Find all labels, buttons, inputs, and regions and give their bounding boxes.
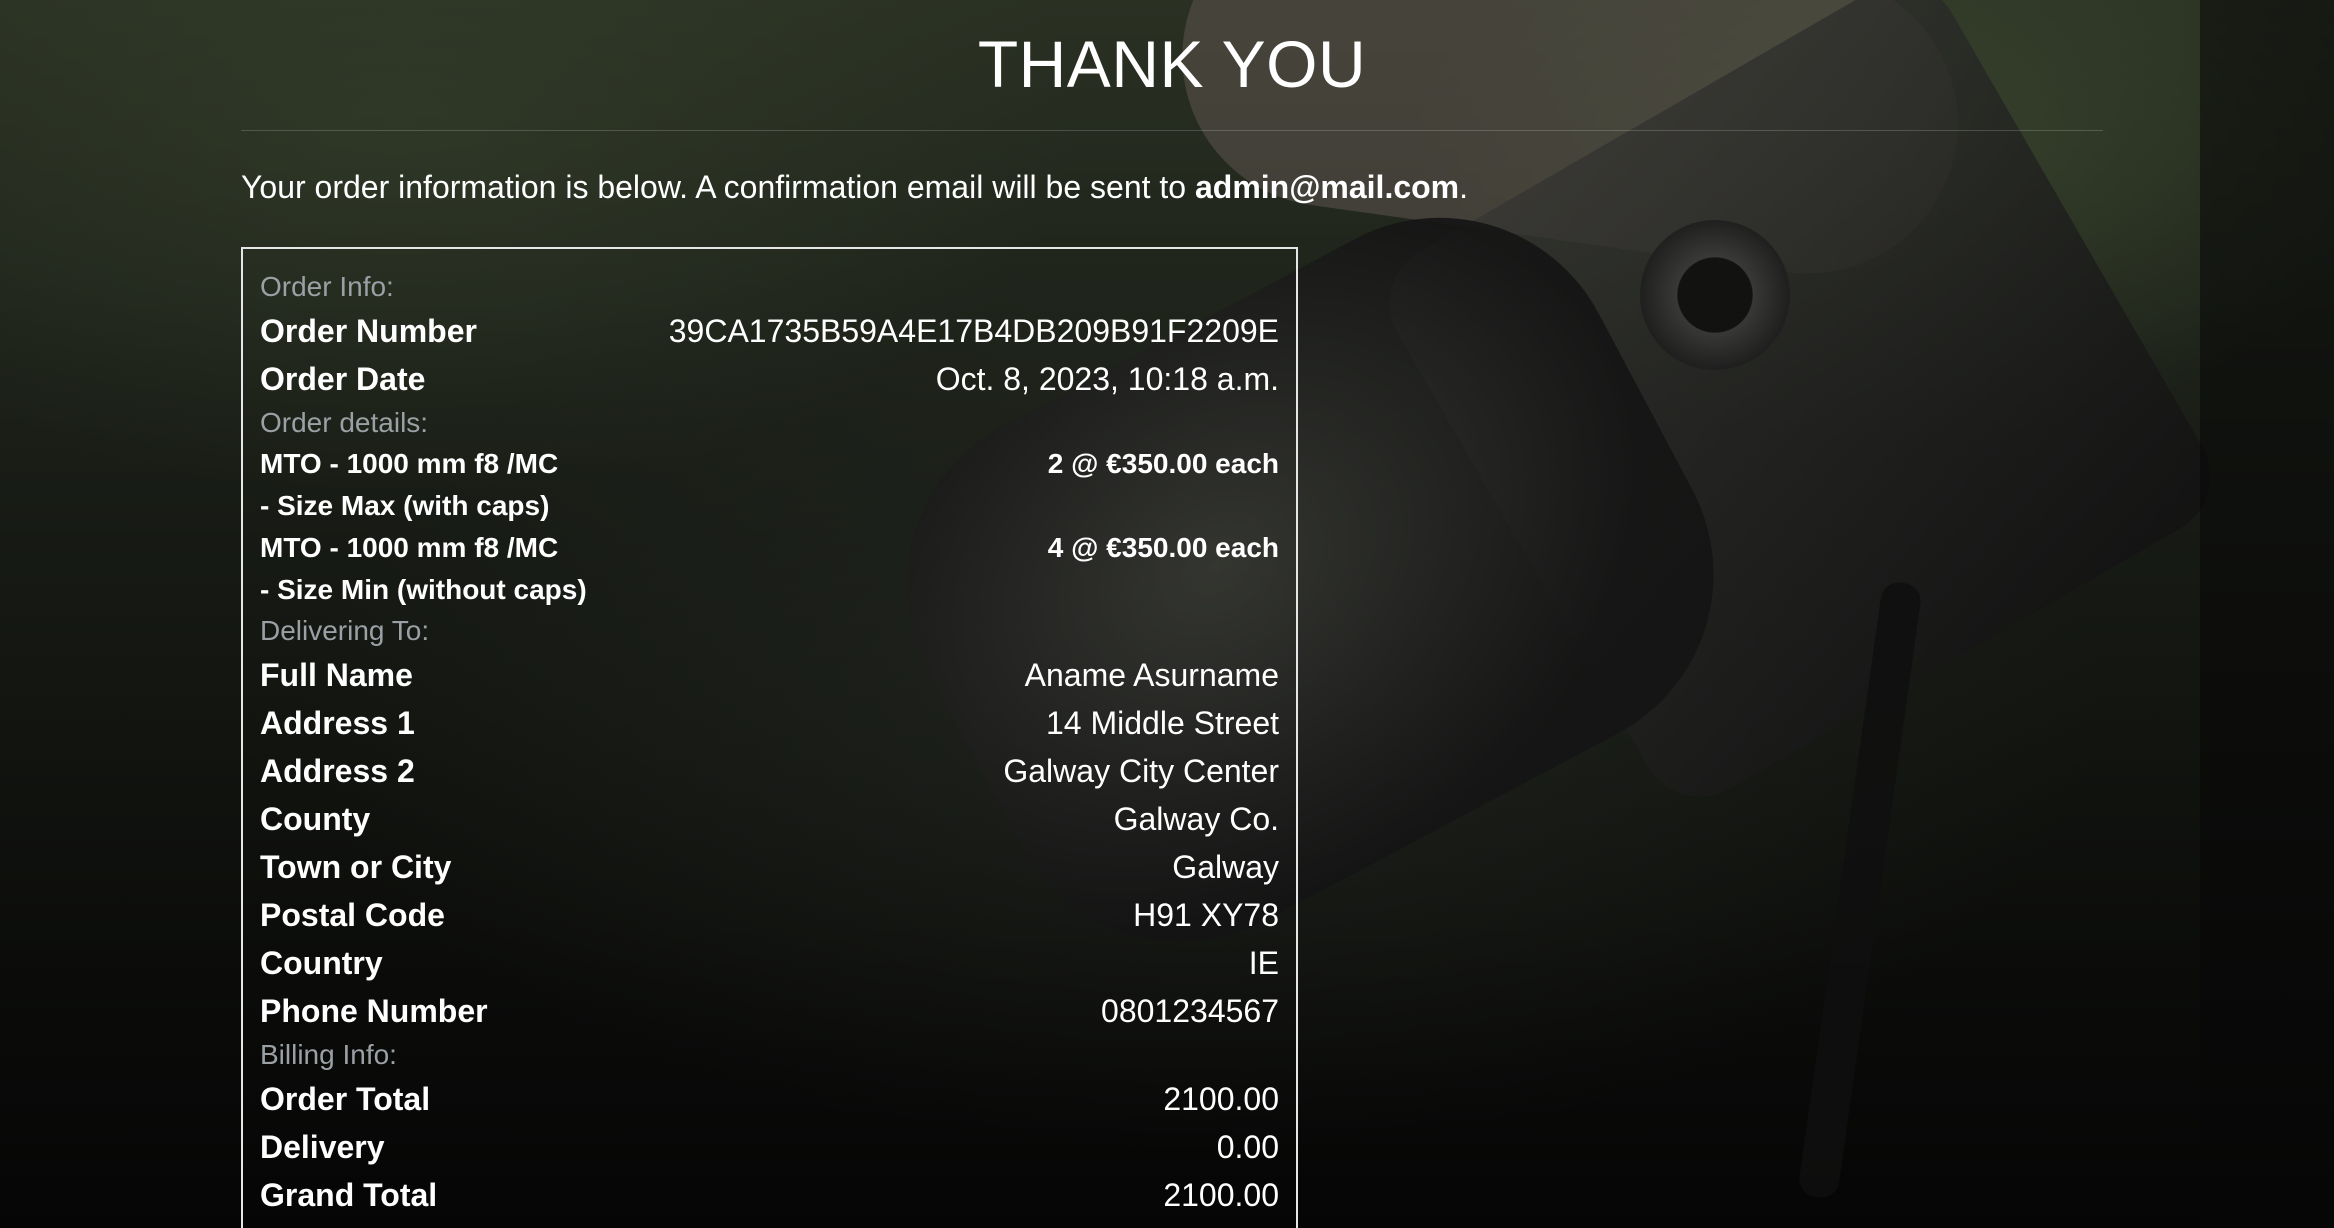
order-item: MTO - 1000 mm f8 /MC - Size Max (with ca…: [260, 443, 1279, 527]
section-label-order-info: Order Info:: [260, 271, 394, 302]
section-label-delivering-to: Delivering To:: [260, 615, 430, 646]
order-item-quantity: 2 @ €350.00 each: [1047, 448, 1279, 479]
county-label: County: [260, 800, 371, 837]
confirmation-message: Your order information is below. A confi…: [241, 167, 2103, 207]
delivery-row-town-or-city: Town or City Galway: [260, 843, 1279, 891]
order-item-product: MTO - 1000 mm f8 /MC: [260, 532, 559, 563]
delivery-cost-value: 0.00: [1216, 1128, 1279, 1165]
camera-dial-shape: [1640, 220, 1790, 370]
order-item-name: MTO - 1000 mm f8 /MC - Size Max (with ca…: [260, 443, 780, 527]
address-2-value: Galway City Center: [1003, 752, 1279, 789]
delivery-row-phone-number: Phone Number 0801234567: [260, 987, 1279, 1035]
order-total-value: 2100.00: [1163, 1080, 1279, 1117]
order-summary-box: Order Info: Order Number 39CA1735B59A4E1…: [241, 247, 1298, 1228]
phone-number-value: 0801234567: [1101, 992, 1279, 1029]
delivery-row-postal-code: Postal Code H91 XY78: [260, 891, 1279, 939]
county-value: Galway Co.: [1113, 800, 1279, 837]
main-content: THANK YOU Your order information is belo…: [241, 0, 2103, 1228]
order-date-value: Oct. 8, 2023, 10:18 a.m.: [935, 360, 1279, 397]
billing-row-order-total: Order Total 2100.00: [260, 1075, 1279, 1123]
town-or-city-value: Galway: [1172, 848, 1279, 885]
order-number-row: Order Number 39CA1735B59A4E17B4DB209B91F…: [260, 307, 1279, 355]
billing-row-grand-total: Grand Total 2100.00: [260, 1171, 1279, 1219]
address-1-label: Address 1: [260, 704, 415, 741]
order-item: MTO - 1000 mm f8 /MC - Size Min (without…: [260, 527, 1279, 611]
postal-code-value: H91 XY78: [1133, 896, 1279, 933]
full-name-label: Full Name: [260, 656, 413, 693]
order-number-label: Order Number: [260, 312, 477, 349]
title-divider: [241, 130, 2103, 131]
country-label: Country: [260, 944, 383, 981]
intro-text: Your order information is below. A confi…: [241, 169, 1195, 205]
delivery-row-full-name: Full Name Aname Asurname: [260, 651, 1279, 699]
address-1-value: 14 Middle Street: [1045, 704, 1279, 741]
order-date-label: Order Date: [260, 360, 426, 397]
country-value: IE: [1248, 944, 1279, 981]
order-item-size: - Size Min (without caps): [260, 574, 587, 605]
order-date-row: Order Date Oct. 8, 2023, 10:18 a.m.: [260, 355, 1279, 403]
order-item-product: MTO - 1000 mm f8 /MC: [260, 448, 559, 479]
section-label-order-details: Order details:: [260, 407, 429, 438]
delivery-row-country: Country IE: [260, 939, 1279, 987]
delivery-row-address-2: Address 2 Galway City Center: [260, 747, 1279, 795]
delivery-cost-label: Delivery: [260, 1128, 385, 1165]
order-item-quantity: 4 @ €350.00 each: [1047, 532, 1279, 563]
billing-row-delivery: Delivery 0.00: [260, 1123, 1279, 1171]
phone-number-label: Phone Number: [260, 992, 488, 1029]
page: THANK YOU Your order information is belo…: [0, 0, 2334, 1228]
grand-total-label: Grand Total: [260, 1176, 438, 1213]
section-label-billing-info: Billing Info:: [260, 1039, 397, 1070]
order-item-size: - Size Max (with caps): [260, 490, 550, 521]
address-2-label: Address 2: [260, 752, 415, 789]
intro-end: .: [1459, 169, 1469, 205]
order-number-value: 39CA1735B59A4E17B4DB209B91F2209E: [668, 312, 1279, 349]
grand-total-value: 2100.00: [1163, 1176, 1279, 1213]
background-shadow: [2200, 0, 2334, 1228]
page-title: THANK YOU: [977, 27, 1367, 101]
delivery-row-address-1: Address 1 14 Middle Street: [260, 699, 1279, 747]
postal-code-label: Postal Code: [260, 896, 445, 933]
town-or-city-label: Town or City: [260, 848, 452, 885]
delivery-row-county: County Galway Co.: [260, 795, 1279, 843]
order-total-label: Order Total: [260, 1080, 431, 1117]
order-item-name: MTO - 1000 mm f8 /MC - Size Min (without…: [260, 527, 780, 611]
full-name-value: Aname Asurname: [1024, 656, 1279, 693]
confirmation-email: admin@mail.com: [1194, 169, 1460, 205]
